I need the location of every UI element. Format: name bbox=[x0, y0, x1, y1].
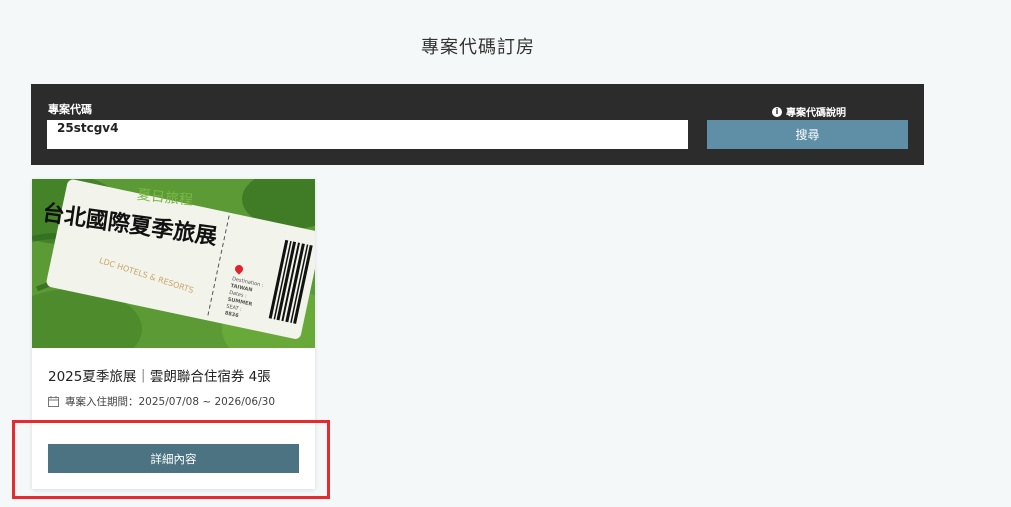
card-image[interactable]: 台北國際夏季旅展 夏日旅程 LDC HOTELS & RESORTS Desti… bbox=[32, 179, 315, 348]
project-card: 台北國際夏季旅展 夏日旅程 LDC HOTELS & RESORTS Desti… bbox=[32, 179, 315, 489]
code-info-link[interactable]: i 專案代碼說明 bbox=[772, 104, 846, 119]
card-period: 專案入住期間：2025/07/08 ~ 2026/06/30 bbox=[48, 394, 275, 409]
period-label: 專案入住期間： bbox=[65, 396, 139, 408]
code-input-value: 25stcgv4 bbox=[57, 120, 119, 135]
code-label: 專案代碼 bbox=[48, 103, 92, 116]
card-title: 2025夏季旅展｜雲朗聯合住宿券 4張 bbox=[48, 369, 271, 385]
search-button[interactable]: 搜尋 bbox=[707, 120, 908, 149]
calendar-icon bbox=[48, 396, 59, 407]
search-bar: 專案代碼 25stcgv4 i 專案代碼說明 搜尋 bbox=[31, 84, 924, 165]
period-value: 2025/07/08 ~ 2026/06/30 bbox=[138, 396, 276, 408]
page-title: 專案代碼訂房 bbox=[421, 37, 535, 58]
code-info-label: 專案代碼說明 bbox=[786, 108, 846, 119]
code-input[interactable]: 25stcgv4 bbox=[47, 120, 688, 149]
info-icon: i bbox=[772, 106, 782, 117]
detail-button[interactable]: 詳細內容 bbox=[48, 444, 299, 473]
